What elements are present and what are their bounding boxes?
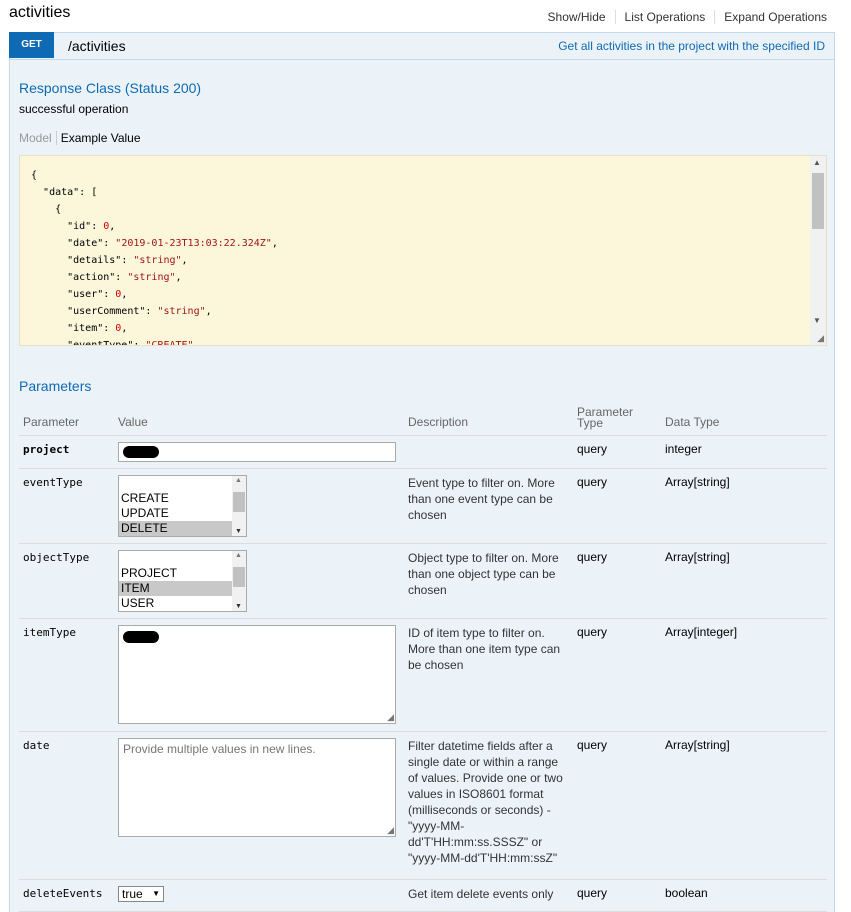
option-update[interactable]: UPDATE bbox=[119, 506, 233, 521]
param-type: query bbox=[573, 543, 661, 619]
objecttype-multiselect[interactable]: PROJECT ITEM USER ▲ ▼ bbox=[118, 550, 247, 612]
option-create[interactable]: CREATE bbox=[119, 491, 233, 506]
itemtype-textarea[interactable]: ◢ bbox=[118, 625, 396, 724]
table-header-row: Parameter Value Description Parameter Ty… bbox=[19, 397, 827, 436]
scroll-up-icon[interactable]: ▲ bbox=[235, 477, 242, 484]
select-value: true bbox=[122, 887, 143, 901]
chevron-down-icon: ▼ bbox=[152, 889, 160, 898]
param-description: ID of item type to filter on. More than … bbox=[404, 618, 573, 732]
data-type: Array[string] bbox=[661, 543, 827, 619]
resize-grip-icon[interactable]: ◢ bbox=[387, 712, 394, 723]
operation-path[interactable]: /activities bbox=[68, 38, 126, 54]
option-project[interactable]: PROJECT bbox=[119, 566, 233, 581]
param-row-objecttype: objectType PROJECT ITEM USER ▲ ▼ Object t… bbox=[19, 543, 827, 619]
col-parameter: Parameter bbox=[19, 397, 114, 436]
date-placeholder: Provide multiple values in new lines. bbox=[123, 742, 316, 756]
param-description: Filter datetime fields after a single da… bbox=[404, 731, 573, 880]
param-name: objectType bbox=[23, 551, 90, 564]
scroll-down-icon[interactable]: ▼ bbox=[813, 316, 821, 325]
param-name: itemType bbox=[23, 626, 76, 639]
scroll-down-icon[interactable]: ▼ bbox=[235, 528, 242, 535]
redacted-value bbox=[123, 631, 159, 643]
data-type: Array[string] bbox=[661, 468, 827, 544]
json-line: { bbox=[31, 170, 38, 181]
model-tab[interactable]: Model bbox=[19, 131, 57, 145]
param-name: deleteEvents bbox=[23, 887, 103, 900]
operation-panel: GET /activities Get all activities in th… bbox=[9, 32, 835, 912]
json-line: "item": 0, bbox=[67, 323, 128, 334]
select-scrollbar[interactable]: ▲ ▼ bbox=[232, 551, 246, 611]
param-row-date: date Provide multiple values in new line… bbox=[19, 731, 827, 880]
param-row-project: project query integer bbox=[19, 435, 827, 469]
parameters-table: Parameter Value Description Parameter Ty… bbox=[19, 397, 827, 912]
list-operations-link[interactable]: List Operations bbox=[614, 10, 715, 24]
resize-grip-icon[interactable]: ◢ bbox=[817, 333, 824, 344]
param-description bbox=[404, 435, 573, 469]
json-line: "data": [ bbox=[43, 187, 98, 198]
data-type: Array[string] bbox=[661, 731, 827, 880]
option-delete[interactable]: DELETE bbox=[119, 521, 233, 536]
http-method-badge[interactable]: GET bbox=[9, 32, 54, 58]
deleteevents-select[interactable]: true ▼ bbox=[118, 886, 164, 902]
resource-header: activities Show/Hide List Operations Exp… bbox=[0, 0, 851, 32]
param-type: query bbox=[573, 618, 661, 732]
date-textarea[interactable]: Provide multiple values in new lines. ◢ bbox=[118, 738, 396, 837]
example-scrollbar[interactable]: ▲ ▼ bbox=[810, 156, 826, 345]
json-line: "action": "string", bbox=[67, 272, 182, 283]
json-line: "userComment": "string", bbox=[67, 306, 212, 317]
scroll-thumb[interactable] bbox=[233, 492, 245, 512]
example-value-tab[interactable]: Example Value bbox=[57, 131, 141, 145]
data-type: integer bbox=[661, 435, 827, 469]
scroll-thumb[interactable] bbox=[812, 173, 824, 229]
json-line: "date": "2019-01-23T13:03:22.324Z", bbox=[67, 238, 278, 249]
option-user[interactable]: USER bbox=[119, 596, 233, 611]
project-input[interactable] bbox=[118, 442, 396, 462]
select-scrollbar[interactable]: ▲ ▼ bbox=[232, 476, 246, 536]
param-name: date bbox=[23, 739, 50, 752]
param-type: query bbox=[573, 731, 661, 880]
param-description: Event type to filter on. More than one e… bbox=[404, 468, 573, 544]
json-line: "user": 0, bbox=[67, 289, 128, 300]
json-line: { bbox=[55, 204, 62, 215]
parameters-heading: Parameters bbox=[19, 378, 92, 394]
show-hide-link[interactable]: Show/Hide bbox=[539, 10, 615, 24]
resize-grip-icon[interactable]: ◢ bbox=[387, 825, 394, 836]
param-row-eventtype: eventType CREATE UPDATE DELETE ▲ ▼ Event … bbox=[19, 468, 827, 544]
data-type: Array[integer] bbox=[661, 618, 827, 732]
col-parameter-type: Parameter Type bbox=[573, 397, 661, 436]
response-message: successful operation bbox=[19, 102, 129, 116]
param-description: Object type to filter on. More than one … bbox=[404, 543, 573, 619]
option-item[interactable]: ITEM bbox=[119, 581, 233, 596]
eventtype-multiselect[interactable]: CREATE UPDATE DELETE ▲ ▼ bbox=[118, 475, 247, 537]
resource-title[interactable]: activities bbox=[9, 4, 70, 22]
redacted-value bbox=[123, 446, 159, 458]
response-class-heading: Response Class (Status 200) bbox=[19, 80, 202, 96]
json-line: "details": "string", bbox=[67, 255, 188, 266]
scroll-down-icon[interactable]: ▼ bbox=[235, 603, 242, 610]
param-name: project bbox=[23, 443, 70, 456]
operation-header[interactable]: GET /activities Get all activities in th… bbox=[9, 32, 834, 60]
operation-summary[interactable]: Get all activities in the project with t… bbox=[558, 39, 825, 53]
col-value: Value bbox=[114, 397, 404, 436]
example-json: { "data": [ { "id": 0, "date": "2019-01-… bbox=[31, 167, 278, 346]
example-value-box[interactable]: { "data": [ { "id": 0, "date": "2019-01-… bbox=[19, 155, 827, 346]
param-name: eventType bbox=[23, 476, 83, 489]
model-tabs: Model Example Value bbox=[19, 131, 141, 145]
col-description: Description bbox=[404, 397, 573, 436]
resource-links: Show/Hide List Operations Expand Operati… bbox=[539, 10, 837, 24]
col-data-type: Data Type bbox=[661, 397, 827, 436]
scroll-up-icon[interactable]: ▲ bbox=[813, 158, 821, 167]
scroll-thumb[interactable] bbox=[233, 567, 245, 587]
scroll-up-icon[interactable]: ▲ bbox=[235, 552, 242, 559]
param-row-itemtype: itemType ◢ ID of item type to filter on.… bbox=[19, 618, 827, 732]
expand-operations-link[interactable]: Expand Operations bbox=[714, 10, 837, 24]
param-type: query bbox=[573, 468, 661, 544]
param-type: query bbox=[573, 435, 661, 469]
json-line: "id": 0, bbox=[67, 221, 116, 232]
json-line: "eventType": "CREATE", bbox=[67, 340, 200, 346]
